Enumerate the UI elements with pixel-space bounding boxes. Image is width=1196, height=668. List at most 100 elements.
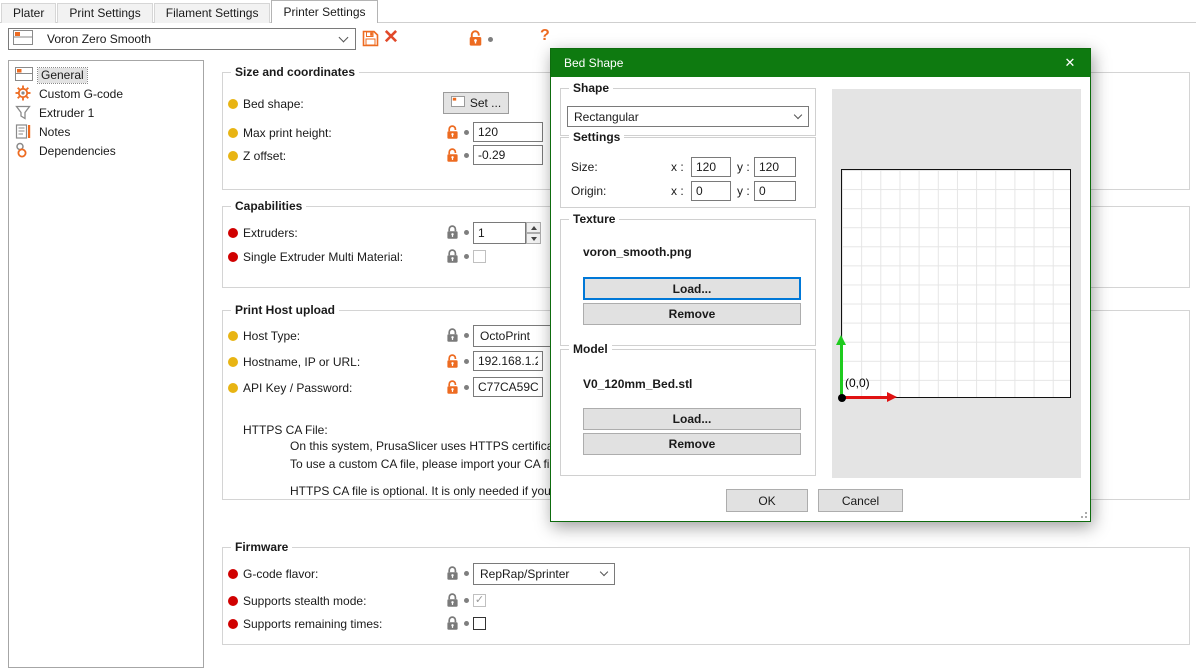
bed-shape-dialog: Bed Shape ✕ Shape Rectangular Settings S… [550, 48, 1091, 522]
unlock-icon[interactable] [446, 148, 459, 166]
x-label: x : [671, 183, 684, 199]
size-y-input[interactable] [754, 157, 796, 177]
unlock-icon[interactable] [446, 125, 459, 143]
stealth-mode-checkbox: ✓ [473, 594, 486, 607]
save-preset-icon[interactable] [362, 30, 379, 50]
unlock-icon[interactable] [446, 380, 459, 398]
gcode-flavor-value: RepRap/Sprinter [480, 567, 569, 581]
sidebar-item-dependencies[interactable]: Dependencies [15, 142, 203, 161]
model-load-label: Load... [673, 412, 712, 426]
lock-icon[interactable] [446, 593, 459, 611]
texture-remove-button[interactable]: Remove [583, 303, 801, 325]
z-offset-input[interactable] [473, 145, 543, 165]
lock-icon[interactable] [446, 249, 459, 267]
https-ca-line2: To use a custom CA file, please import y… [290, 456, 559, 472]
shape-select[interactable]: Rectangular [567, 106, 809, 127]
set-button-label: Set ... [470, 96, 501, 110]
texture-load-button[interactable]: Load... [583, 277, 801, 300]
size-x-input[interactable] [691, 157, 731, 177]
preset-combobox[interactable]: Voron Zero Smooth [8, 28, 356, 50]
model-filename: V0_120mm_Bed.stl [583, 376, 692, 392]
check-icon: ✓ [475, 595, 484, 606]
group-title: Settings [569, 130, 624, 144]
gcode-flavor-label: G-code flavor: [243, 566, 318, 582]
sidebar-item-label: Custom G-code [36, 87, 126, 102]
close-icon[interactable]: ✕ [1050, 49, 1090, 77]
printer-preset-icon [13, 30, 33, 48]
resize-grip[interactable] [1077, 508, 1087, 518]
tab-print-settings[interactable]: Print Settings [57, 3, 152, 23]
override-dot [464, 571, 469, 576]
x-label: x : [671, 159, 684, 175]
settings-sidebar: General Custom G-code Extruder 1 Notes D… [8, 60, 204, 668]
chevron-down-icon [794, 110, 802, 118]
printer-settings-window: Plater Print Settings Filament Settings … [0, 0, 1196, 668]
dependencies-icon [15, 142, 31, 161]
delete-preset-icon[interactable]: ✕ [383, 26, 399, 49]
stealth-mode-label: Supports stealth mode: [243, 593, 366, 609]
cancel-button[interactable]: Cancel [818, 489, 903, 512]
sidebar-item-extruder-1[interactable]: Extruder 1 [15, 104, 203, 123]
group-title: Model [569, 342, 612, 356]
unlock-icon[interactable] [468, 30, 483, 50]
extruders-spinner[interactable] [526, 222, 541, 244]
tab-plater[interactable]: Plater [1, 3, 56, 23]
override-dot [464, 598, 469, 603]
origin-y-input[interactable] [754, 181, 796, 201]
axis-x-line [842, 396, 887, 399]
lock-icon[interactable] [446, 328, 459, 346]
max-print-height-input[interactable] [473, 122, 543, 142]
sidebar-item-custom-gcode[interactable]: Custom G-code [15, 85, 203, 104]
sidebar-item-label: General [38, 68, 87, 83]
extruder-icon [15, 105, 31, 123]
hostname-label: Hostname, IP or URL: [243, 354, 360, 370]
remaining-times-checkbox[interactable] [473, 617, 486, 630]
model-remove-label: Remove [669, 437, 716, 451]
model-remove-button[interactable]: Remove [583, 433, 801, 455]
sidebar-item-label: Dependencies [36, 144, 119, 159]
bed-preview-panel: (0,0) [832, 89, 1081, 478]
ok-label: OK [758, 494, 775, 508]
tab-printer-settings[interactable]: Printer Settings [271, 0, 377, 23]
sidebar-item-general[interactable]: General [15, 66, 203, 85]
tab-filament-settings[interactable]: Filament Settings [154, 3, 271, 23]
group-title: Texture [569, 212, 619, 226]
api-key-input[interactable] [473, 377, 543, 397]
ok-button[interactable]: OK [726, 489, 808, 512]
texture-load-label: Load... [673, 282, 712, 296]
spin-down-icon[interactable] [526, 233, 541, 244]
spin-up-icon[interactable] [526, 222, 541, 233]
max-print-height-label: Max print height: [243, 125, 332, 141]
modified-bullet [228, 99, 238, 109]
bed-shape-set-button[interactable]: Set ... [443, 92, 509, 114]
modified-bullet [228, 331, 238, 341]
lock-icon[interactable] [446, 225, 459, 243]
api-key-label: API Key / Password: [243, 380, 352, 396]
extruders-input[interactable] [473, 222, 526, 244]
printer-icon [15, 67, 33, 84]
dialog-titlebar[interactable]: Bed Shape [551, 49, 1090, 77]
model-load-button[interactable]: Load... [583, 408, 801, 430]
chevron-down-icon [339, 33, 349, 43]
lock-icon[interactable] [446, 566, 459, 584]
unlock-icon[interactable] [446, 354, 459, 372]
origin-x-input[interactable] [691, 181, 731, 201]
modified-bullet [228, 128, 238, 138]
preset-name: Voron Zero Smooth [47, 32, 151, 46]
https-ca-line1: On this system, PrusaSlicer uses HTTPS c… [290, 438, 569, 454]
modified-bullet [228, 151, 238, 161]
override-dot [464, 254, 469, 259]
sidebar-item-label: Notes [36, 125, 73, 140]
lock-icon[interactable] [446, 616, 459, 634]
group-title: Size and coordinates [231, 65, 359, 79]
size-label: Size: [571, 159, 598, 175]
system-bullet [228, 619, 238, 629]
help-icon[interactable]: ? [540, 27, 550, 45]
hostname-input[interactable] [473, 351, 543, 371]
sidebar-item-notes[interactable]: Notes [15, 123, 203, 142]
gcode-flavor-select[interactable]: RepRap/Sprinter [473, 563, 615, 585]
remaining-times-label: Supports remaining times: [243, 616, 382, 632]
group-title: Firmware [231, 540, 292, 554]
dialog-title: Bed Shape [564, 56, 623, 70]
override-dot [464, 333, 469, 338]
